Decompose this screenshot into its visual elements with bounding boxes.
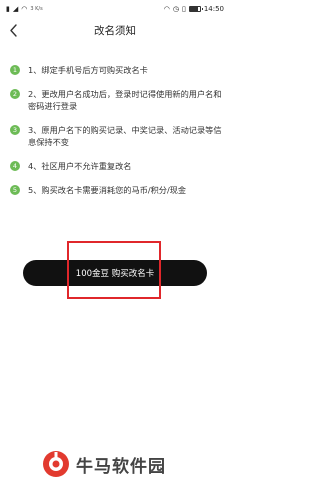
- rules-list: 1 1、绑定手机号后方可购买改名卡 2 2、更改用户名成功后，登录时记得使用新的…: [10, 64, 222, 208]
- status-right: ◠ ◷ ▯ 14:50: [164, 5, 224, 13]
- status-left: ▮ ◢ ◠ 3 K/s: [6, 4, 43, 13]
- highlight-annotation-box: [67, 241, 161, 299]
- watermark-logo-icon: [43, 451, 69, 477]
- status-time: 14:50: [203, 5, 224, 13]
- rule-text: 1、绑定手机号后方可购买改名卡: [28, 65, 148, 75]
- rule-number-badge: 1: [10, 65, 20, 75]
- rule-text: 5、购买改名卡需要消耗您的马币/积分/现金: [28, 185, 187, 195]
- rule-number-badge: 2: [10, 89, 20, 99]
- wifi-icon: ◠: [21, 4, 28, 13]
- rule-number-badge: 5: [10, 185, 20, 195]
- network-speed: 3 K/s: [30, 5, 43, 12]
- rule-item: 4 4、社区用户不允许重复改名: [10, 160, 222, 172]
- battery-icon: [188, 6, 203, 12]
- rule-text: 2、更改用户名成功后，登录时记得使用新的用户名和密码进行登录: [28, 89, 222, 111]
- alarm-icon: ◷: [172, 4, 179, 13]
- watermark-text: 牛马软件园: [76, 456, 166, 477]
- page-title: 改名须知: [94, 25, 136, 37]
- rule-text: 4、社区用户不允许重复改名: [28, 161, 132, 171]
- rule-item: 2 2、更改用户名成功后，登录时记得使用新的用户名和密码进行登录: [10, 88, 222, 112]
- rule-text: 3、原用户名下的购买记录、中奖记录、活动记录等信息保持不变: [28, 125, 222, 147]
- sim-icon: ▮: [6, 4, 10, 13]
- watermark: 牛马软件园: [42, 450, 166, 478]
- headphones-icon: ◠: [163, 4, 170, 13]
- status-bar: ▮ ◢ ◠ 3 K/s ◠ ◷ ▯ 14:50: [0, 0, 230, 18]
- rule-item: 3 3、原用户名下的购买记录、中奖记录、活动记录等信息保持不变: [10, 124, 222, 148]
- rule-number-badge: 4: [10, 161, 20, 171]
- vibrate-icon: ▯: [181, 4, 186, 13]
- signal-icon: ◢: [12, 4, 19, 13]
- header: 改名须知: [0, 18, 230, 42]
- rule-number-badge: 3: [10, 125, 20, 135]
- rule-item: 5 5、购买改名卡需要消耗您的马币/积分/现金: [10, 184, 222, 196]
- rule-item: 1 1、绑定手机号后方可购买改名卡: [10, 64, 222, 76]
